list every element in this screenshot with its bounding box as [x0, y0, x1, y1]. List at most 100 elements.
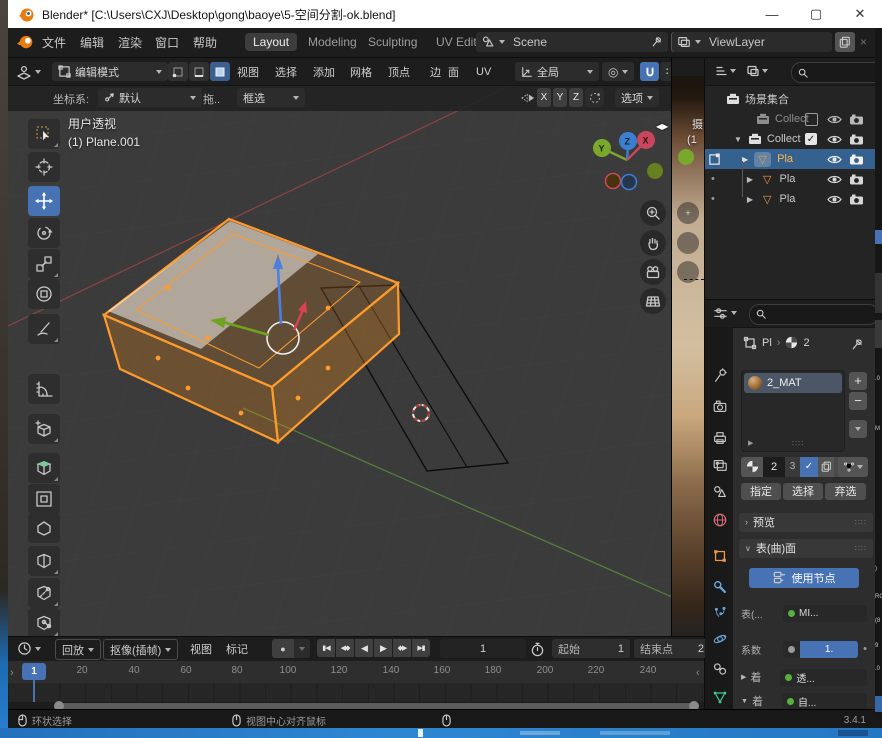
- zoom-button[interactable]: [640, 200, 666, 226]
- timeline-tracks[interactable]: [8, 683, 704, 702]
- tool-scale[interactable]: [28, 249, 60, 279]
- breadcrumb-object[interactable]: Pl: [762, 337, 772, 349]
- snap-toggle-button[interactable]: [640, 62, 659, 81]
- breadcrumb-material[interactable]: 2: [803, 337, 809, 349]
- tool-cursor[interactable]: [28, 152, 60, 182]
- drag-grip-icon[interactable]: ∷∷: [855, 518, 867, 527]
- factor-value-widget[interactable]: 1.: [783, 641, 858, 658]
- tool-select-box[interactable]: [28, 119, 60, 149]
- play-reverse-button[interactable]: ◀: [355, 639, 373, 657]
- panel-surface[interactable]: ∨ 表(曲)面 ∷∷: [739, 539, 873, 558]
- eye-icon[interactable]: [827, 174, 842, 185]
- orthographic-toggle-button[interactable]: [640, 288, 666, 314]
- mirror-z-button[interactable]: Z: [569, 88, 583, 107]
- row-object-active[interactable]: ▶ ▽ Pla: [705, 149, 882, 169]
- tool-poly-build[interactable]: [28, 608, 60, 636]
- row-scene-collection[interactable]: 场景集合: [705, 89, 882, 109]
- menu-help[interactable]: 帮助: [193, 28, 217, 56]
- tab-modifier[interactable]: [708, 576, 731, 598]
- properties-editor-type-button[interactable]: [713, 306, 737, 321]
- eye-icon[interactable]: [827, 114, 842, 125]
- camera-restrict-icon[interactable]: [849, 114, 864, 125]
- list-expand-icon[interactable]: ▶: [748, 439, 753, 447]
- auto-key-options-button[interactable]: [294, 639, 310, 658]
- pin-icon[interactable]: [851, 338, 864, 351]
- workspace-tab-layout[interactable]: Layout: [245, 33, 297, 51]
- falloff-button[interactable]: [585, 88, 604, 107]
- tool-loop-cut[interactable]: [28, 546, 60, 576]
- next-keyframe-button[interactable]: ◆▶: [393, 639, 411, 657]
- timeline-expand-arrow[interactable]: ›: [10, 667, 14, 679]
- tool-add-cube[interactable]: [28, 414, 60, 444]
- link-material-dropdown[interactable]: [838, 457, 868, 477]
- workspace-tab-modeling[interactable]: Modeling: [300, 33, 365, 51]
- menu-render[interactable]: 渲染: [118, 28, 142, 56]
- pan-button[interactable]: [640, 230, 666, 256]
- scene-selector[interactable]: Scene: [476, 32, 668, 52]
- pivot-point-selector[interactable]: ◎: [602, 62, 634, 81]
- menu-view[interactable]: 视图: [237, 58, 259, 85]
- expand-arrow[interactable]: ▶: [747, 195, 753, 204]
- drag-grip-icon[interactable]: ∷∷: [855, 544, 867, 553]
- tool-knife[interactable]: [28, 578, 60, 608]
- gizmo-y-ball[interactable]: [678, 149, 694, 165]
- tab-particles[interactable]: [708, 601, 731, 623]
- frame-start-field[interactable]: 起始 1: [552, 639, 630, 658]
- editor-type-button[interactable]: [16, 58, 41, 85]
- tab-constraints[interactable]: [708, 658, 731, 680]
- select-mode-face-button[interactable]: [210, 62, 230, 81]
- marker-menu[interactable]: 标记: [220, 639, 254, 658]
- expand-arrow[interactable]: ▼: [734, 135, 742, 144]
- select-button[interactable]: 选择: [783, 483, 823, 500]
- playhead-line[interactable]: [33, 680, 35, 702]
- expand-icon[interactable]: ▼: [741, 698, 748, 705]
- jump-to-end-button[interactable]: ▶▮: [412, 639, 430, 657]
- camera-restrict-icon[interactable]: [849, 194, 864, 205]
- exclude-checkbox-unchecked[interactable]: [805, 113, 818, 126]
- view-layer-selector[interactable]: ViewLayer: [672, 32, 832, 52]
- properties-search-input[interactable]: [749, 304, 879, 325]
- tool-extrude-region[interactable]: [28, 453, 60, 483]
- play-button[interactable]: ▶: [374, 639, 392, 657]
- frame-end-field[interactable]: 结束点 2: [634, 639, 710, 658]
- jump-to-start-button[interactable]: ▮◀: [317, 639, 335, 657]
- keying-menu[interactable]: 抠像(插帧): [103, 639, 178, 660]
- pan-button[interactable]: [677, 232, 699, 254]
- factor-slider[interactable]: 1.: [800, 641, 858, 658]
- tool-inset-faces[interactable]: [28, 484, 60, 514]
- tab-output[interactable]: [708, 427, 731, 449]
- camera-restrict-icon[interactable]: [849, 134, 864, 145]
- menu-window[interactable]: 窗口: [155, 28, 179, 56]
- eye-icon[interactable]: [827, 194, 842, 205]
- tool-move[interactable]: [28, 186, 60, 216]
- material-slot-list[interactable]: 2_MAT ▶ ∷∷: [741, 370, 845, 452]
- new-material-button[interactable]: [818, 457, 834, 477]
- tool-bevel[interactable]: [28, 513, 60, 543]
- tab-render[interactable]: [708, 396, 731, 418]
- panel-preview[interactable]: › 预览 ∷∷: [739, 513, 873, 532]
- minimize-button[interactable]: —: [750, 0, 794, 28]
- mirror-y-button[interactable]: Y: [553, 88, 567, 107]
- transform-orientation-selector[interactable]: 全局: [515, 62, 599, 81]
- menu-edge[interactable]: 边: [430, 58, 441, 85]
- mode-selector[interactable]: 编辑模式: [52, 62, 168, 81]
- tab-object[interactable]: [708, 545, 731, 567]
- tab-tool[interactable]: [708, 365, 731, 387]
- menu-add[interactable]: 添加: [313, 58, 335, 85]
- stopwatch-icon[interactable]: [530, 642, 545, 657]
- fake-user-shield-button[interactable]: ✓: [800, 457, 818, 477]
- menu-file[interactable]: 文件: [42, 28, 66, 56]
- material-slot-active[interactable]: 2_MAT: [744, 373, 842, 393]
- assign-button[interactable]: 指定: [741, 483, 781, 500]
- app-menu-button[interactable]: [16, 28, 34, 56]
- remove-view-layer-button[interactable]: ×: [860, 35, 867, 49]
- row-collection[interactable]: ▼ Collect ✓: [705, 129, 882, 149]
- camera-restrict-icon[interactable]: [849, 154, 864, 165]
- timeline-editor[interactable]: 回放 抠像(插帧) 视图 标记 ● ▮◀ ◀◆ ◀ ▶ ◆▶: [8, 636, 704, 710]
- menu-edit[interactable]: 编辑: [80, 28, 104, 56]
- tab-scene[interactable]: [708, 481, 731, 503]
- menu-mesh[interactable]: 网格: [350, 58, 372, 85]
- playback-menu[interactable]: 回放: [55, 639, 101, 660]
- use-nodes-button[interactable]: 使用节点: [749, 568, 859, 588]
- workspace-tab-sculpting[interactable]: Sculpting: [360, 33, 425, 51]
